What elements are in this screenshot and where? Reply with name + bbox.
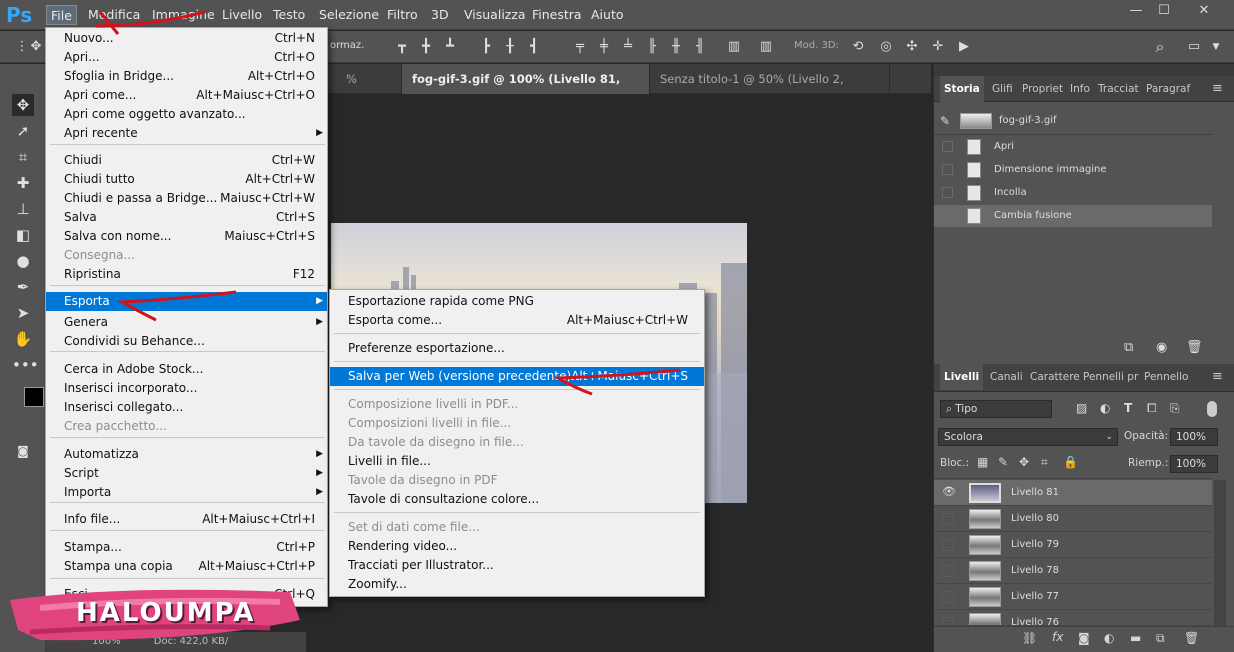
red-annotation-strokes [95,10,681,396]
